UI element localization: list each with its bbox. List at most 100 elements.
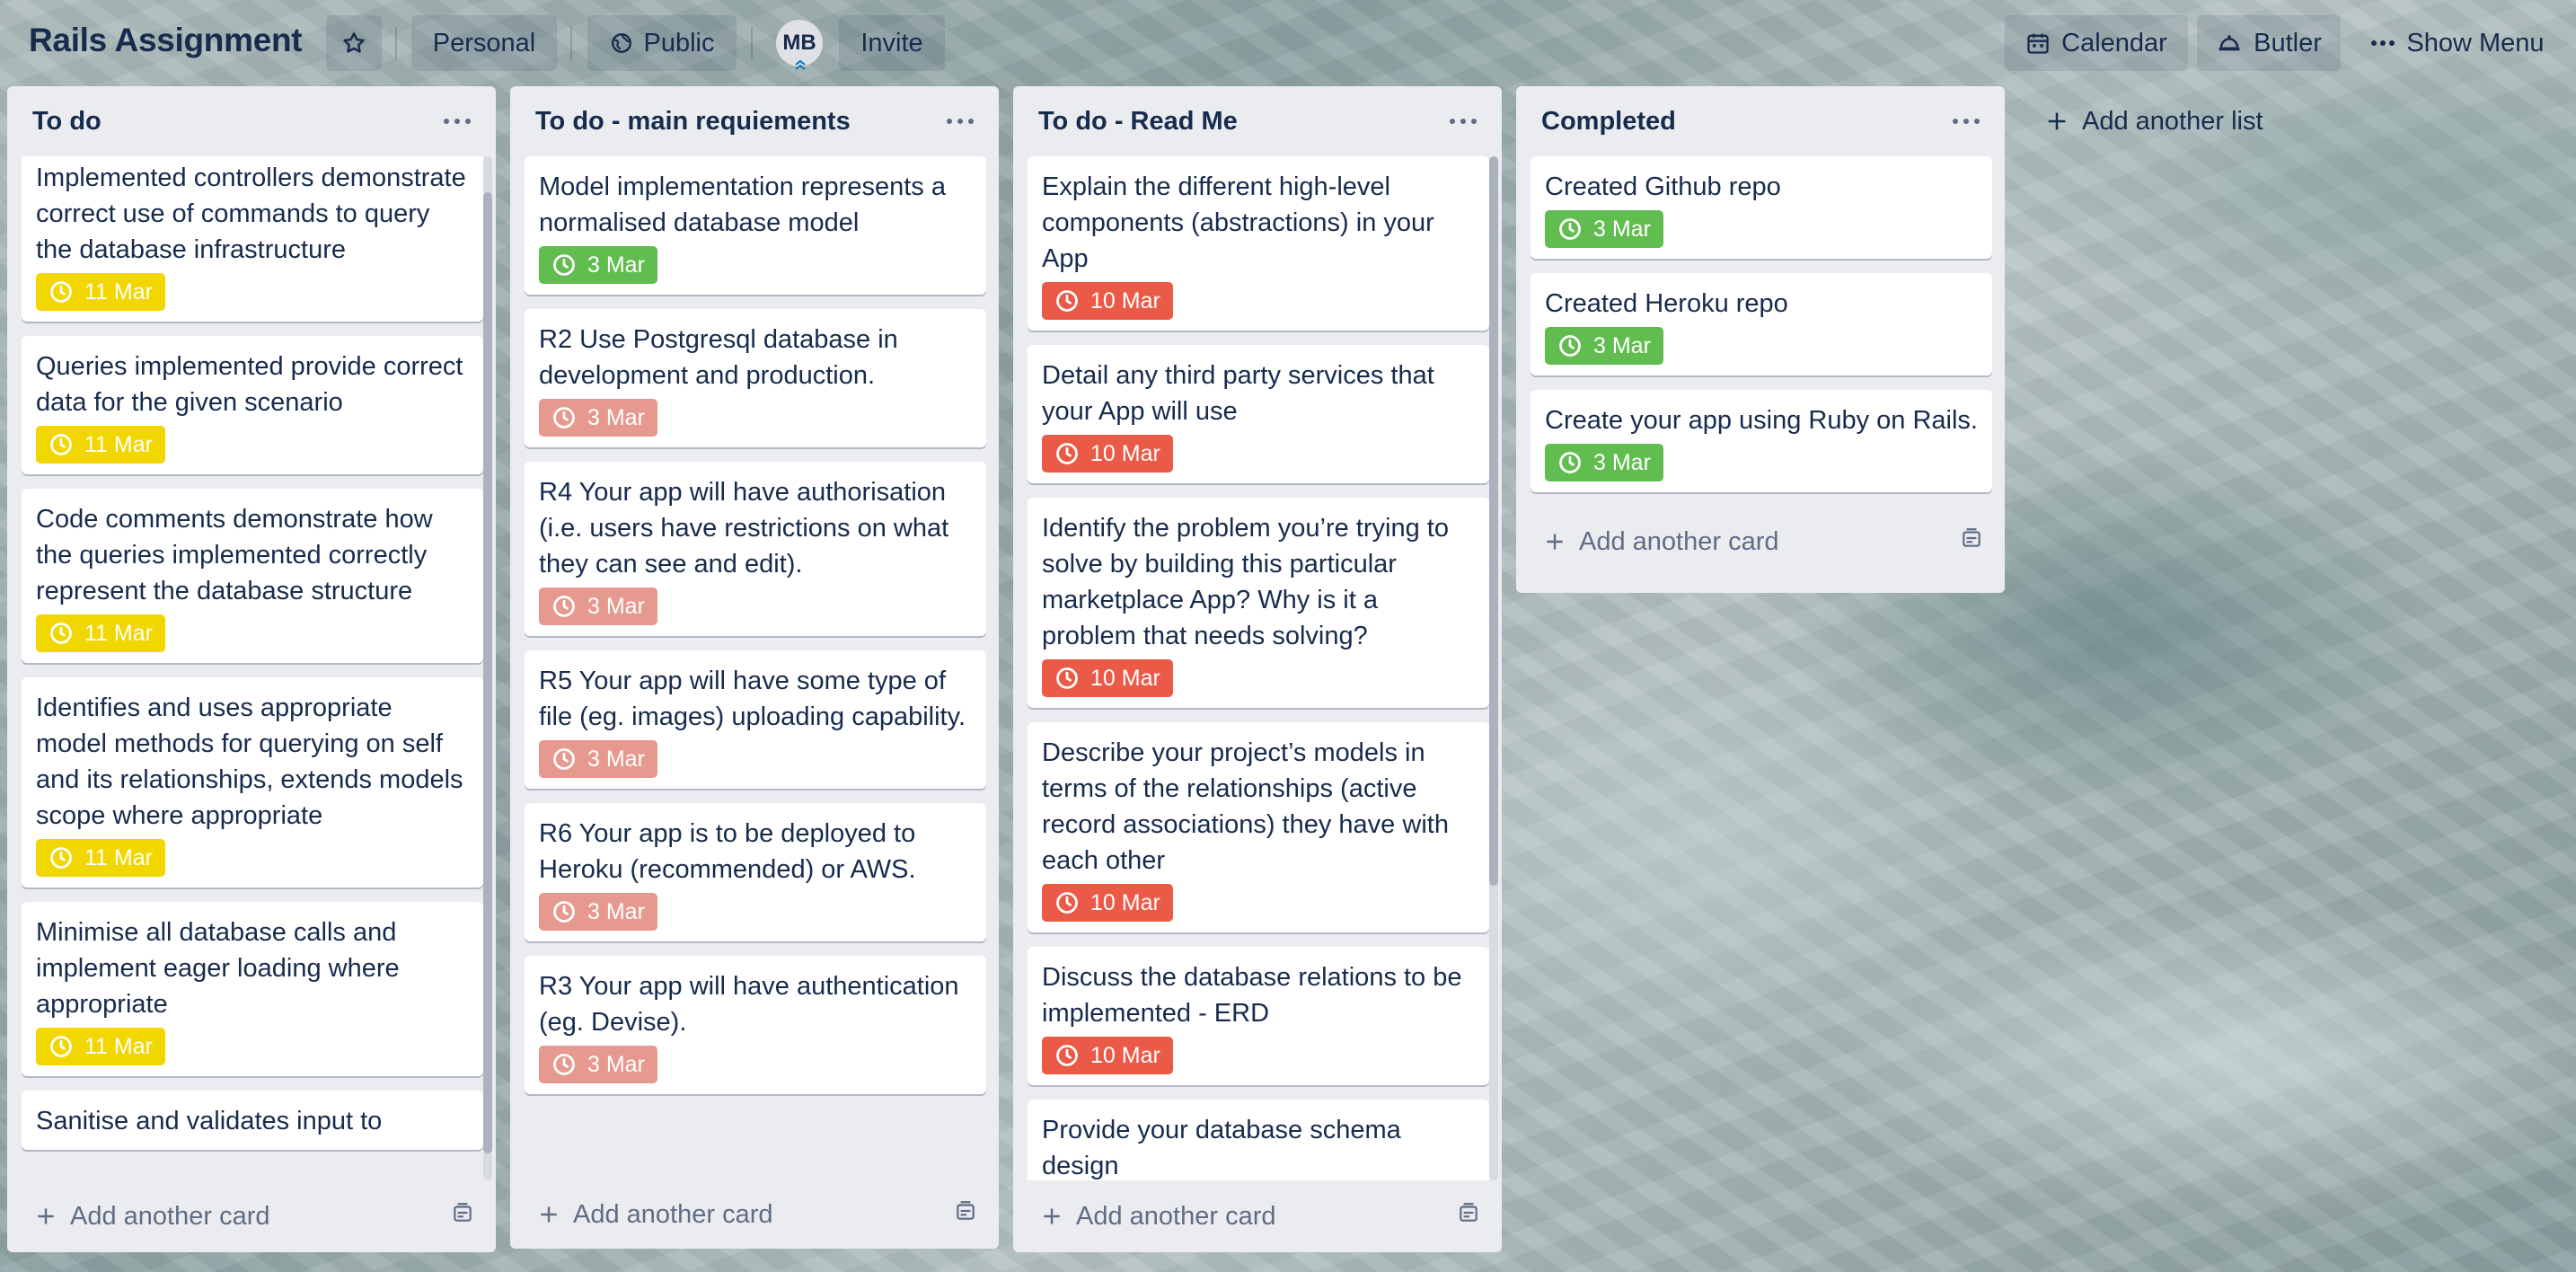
- list-menu-icon[interactable]: [1947, 113, 1985, 129]
- add-card-button[interactable]: Add another card: [1543, 527, 1778, 557]
- team-button[interactable]: Personal: [411, 15, 557, 71]
- add-list-button[interactable]: Add another list: [2021, 86, 2510, 156]
- list-title[interactable]: Completed: [1541, 107, 1676, 137]
- add-card-button[interactable]: Add another card: [1040, 1202, 1275, 1232]
- star-icon: [340, 30, 367, 57]
- card[interactable]: Implemented controllers demonstrate corr…: [22, 156, 483, 322]
- card-title: Code comments demonstrate how the querie…: [36, 505, 433, 605]
- due-date-badge[interactable]: 3 Mar: [539, 1046, 657, 1083]
- card[interactable]: Create your app using Ruby on Rails. 3 M…: [1531, 390, 1992, 492]
- due-date-badge[interactable]: 3 Mar: [539, 246, 657, 284]
- card[interactable]: R3 Your app will have authentication (eg…: [525, 956, 986, 1094]
- list-header: Completed: [1516, 86, 2005, 156]
- list-menu-icon[interactable]: [1444, 113, 1482, 129]
- add-card-button[interactable]: Add another card: [34, 1202, 269, 1232]
- card-title: R6 Your app is to be deployed to Heroku …: [539, 819, 916, 884]
- show-menu-button[interactable]: Show Menu: [2351, 15, 2563, 71]
- list-header: To do - Read Me: [1013, 86, 1502, 156]
- due-date-label: 10 Mar: [1090, 665, 1160, 691]
- due-date-badge[interactable]: 10 Mar: [1042, 659, 1173, 697]
- card[interactable]: Describe your project’s models in terms …: [1028, 722, 1489, 932]
- scrollbar-thumb[interactable]: [1489, 156, 1498, 886]
- card-title: Queries implemented provide correct data…: [36, 352, 463, 417]
- card[interactable]: Created Heroku repo 3 Mar: [1531, 273, 1992, 375]
- calendar-button[interactable]: Calendar: [2005, 15, 2188, 71]
- due-date-badge[interactable]: 3 Mar: [1545, 327, 1663, 365]
- butler-icon: [2216, 31, 2243, 56]
- due-date-badge[interactable]: 10 Mar: [1042, 884, 1173, 922]
- due-date-label: 3 Mar: [587, 1051, 645, 1077]
- card[interactable]: Code comments demonstrate how the querie…: [22, 489, 483, 663]
- scrollbar-thumb[interactable]: [483, 192, 492, 1153]
- avatar[interactable]: MB: [776, 20, 823, 70]
- scrollbar[interactable]: [483, 156, 492, 1180]
- plus-icon: [541, 1206, 557, 1223]
- card-template-icon[interactable]: [451, 1201, 474, 1232]
- due-date-badge[interactable]: 11 Mar: [36, 273, 165, 311]
- star-button[interactable]: [326, 15, 382, 71]
- add-list-label: Add another list: [2082, 106, 2263, 136]
- card[interactable]: Identify the problem you’re trying to so…: [1028, 498, 1489, 708]
- board-header: Rails Assignment Personal Public MB Invi…: [0, 0, 2576, 86]
- visibility-button[interactable]: Public: [587, 15, 737, 71]
- clock-icon: [50, 847, 72, 869]
- add-card-label: Add another card: [573, 1199, 773, 1229]
- due-date-badge[interactable]: 10 Mar: [1042, 1037, 1173, 1074]
- due-date-badge[interactable]: 3 Mar: [539, 893, 657, 931]
- card[interactable]: R2 Use Postgresql database in developmen…: [525, 309, 986, 447]
- card[interactable]: Provide your database schema design: [1028, 1100, 1489, 1180]
- list-menu-icon[interactable]: [438, 113, 476, 129]
- card[interactable]: R6 Your app is to be deployed to Heroku …: [525, 803, 986, 941]
- list-menu-icon[interactable]: [941, 113, 979, 129]
- card[interactable]: Sanitise and validates input to: [22, 1091, 483, 1150]
- butler-button[interactable]: Butler: [2197, 15, 2341, 71]
- card[interactable]: Created Github repo 3 Mar: [1531, 156, 1992, 259]
- butler-label: Butler: [2254, 28, 2322, 57]
- list-title[interactable]: To do: [32, 107, 101, 137]
- card[interactable]: Minimise all database calls and implemen…: [22, 902, 483, 1076]
- due-date-badge[interactable]: 11 Mar: [36, 839, 165, 877]
- card-template-icon[interactable]: [1457, 1201, 1480, 1232]
- due-date-badge[interactable]: 3 Mar: [539, 587, 657, 625]
- due-date-badge[interactable]: 10 Mar: [1042, 282, 1173, 320]
- board-title[interactable]: Rails Assignment: [29, 22, 303, 59]
- card-title: R3 Your app will have authentication (eg…: [539, 972, 959, 1037]
- card-template-icon[interactable]: [1960, 526, 1983, 557]
- due-date-badge[interactable]: 3 Mar: [539, 399, 657, 437]
- clock-icon: [50, 1036, 72, 1057]
- due-date-badge[interactable]: 11 Mar: [36, 614, 165, 652]
- cards-area: Created Github repo 3 Mar Created Heroku…: [1516, 156, 2005, 507]
- add-card-label: Add another card: [1076, 1201, 1276, 1231]
- due-date-label: 3 Mar: [587, 593, 645, 619]
- due-date-badge[interactable]: 3 Mar: [539, 740, 657, 778]
- card[interactable]: Model implementation represents a normal…: [525, 156, 986, 295]
- due-date-label: 3 Mar: [587, 252, 645, 278]
- invite-button[interactable]: Invite: [839, 15, 945, 71]
- card[interactable]: Detail any third party services that you…: [1028, 345, 1489, 483]
- add-card-button[interactable]: Add another card: [537, 1200, 772, 1230]
- due-date-badge[interactable]: 3 Mar: [1545, 210, 1663, 248]
- due-date-badge[interactable]: 3 Mar: [1545, 444, 1663, 481]
- card[interactable]: Discuss the database relations to be imp…: [1028, 947, 1489, 1085]
- add-card-label: Add another card: [1579, 526, 1779, 556]
- clock-icon: [1559, 452, 1581, 473]
- due-date-badge[interactable]: 11 Mar: [36, 1028, 165, 1065]
- card[interactable]: R5 Your app will have some type of file …: [525, 650, 986, 789]
- card[interactable]: Explain the different high-level compone…: [1028, 156, 1489, 331]
- clock-icon: [50, 434, 72, 455]
- list-title[interactable]: To do - main requiements: [535, 107, 851, 137]
- scrollbar[interactable]: [1489, 156, 1498, 1180]
- card-title: Discuss the database relations to be imp…: [1042, 963, 1462, 1028]
- card[interactable]: Queries implemented provide correct data…: [22, 336, 483, 474]
- card-title: Identifies and uses appropriate model me…: [36, 693, 463, 830]
- card-template-icon[interactable]: [954, 1199, 977, 1230]
- card[interactable]: R4 Your app will have authorisation (i.e…: [525, 462, 986, 636]
- card-title: Create your app using Ruby on Rails.: [1545, 406, 1978, 435]
- due-date-badge[interactable]: 10 Mar: [1042, 435, 1173, 473]
- due-date-badge[interactable]: 11 Mar: [36, 426, 165, 464]
- card[interactable]: Identifies and uses appropriate model me…: [22, 677, 483, 888]
- list-title[interactable]: To do - Read Me: [1038, 107, 1238, 137]
- clock-icon: [50, 281, 72, 303]
- due-date-label: 11 Mar: [84, 620, 153, 646]
- invite-label: Invite: [860, 28, 923, 57]
